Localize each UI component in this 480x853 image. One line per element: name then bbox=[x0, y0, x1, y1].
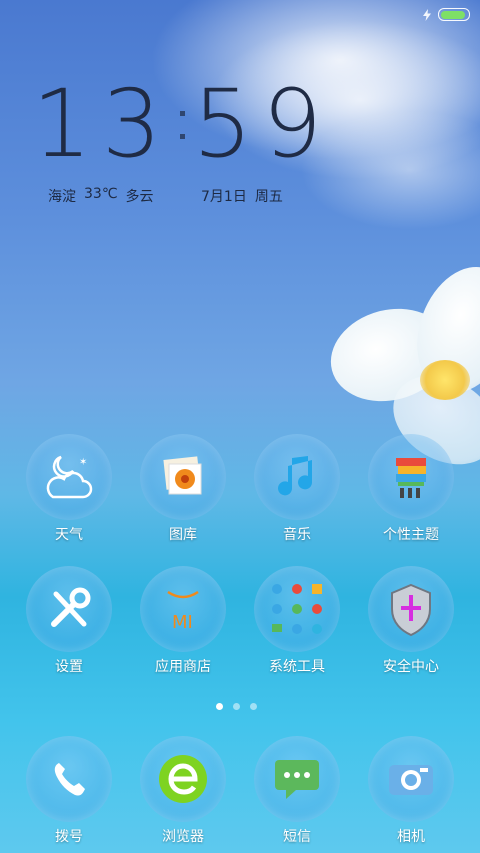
weather-icon: ✶ bbox=[46, 455, 93, 499]
themes-icon bbox=[396, 458, 426, 498]
browser-icon bbox=[159, 755, 207, 803]
charging-icon bbox=[423, 8, 431, 21]
app-icon-bubble bbox=[140, 434, 226, 520]
security-shield-icon bbox=[391, 583, 431, 637]
messages-icon bbox=[275, 760, 319, 799]
app-system-tools[interactable]: 系统工具 bbox=[240, 566, 354, 676]
app-store-icon: MI bbox=[167, 590, 199, 633]
app-icon-bubble bbox=[140, 736, 226, 822]
app-security-center[interactable]: 安全中心 bbox=[354, 566, 468, 676]
music-icon bbox=[278, 456, 313, 496]
app-grid-row-2: 设置 MI 应用商店 系统工具 安全中心 bbox=[0, 566, 480, 676]
gallery-icon bbox=[163, 456, 202, 495]
app-store[interactable]: MI 应用商店 bbox=[126, 566, 240, 676]
date-info[interactable]: 7月1日 周五 bbox=[201, 186, 283, 206]
app-label: 相机 bbox=[397, 829, 425, 845]
weather-location: 海淀 bbox=[48, 189, 76, 205]
clock-separator bbox=[179, 111, 185, 139]
app-icon-bubble bbox=[254, 566, 340, 652]
app-label: 短信 bbox=[283, 829, 311, 845]
app-label: 浏览器 bbox=[162, 829, 204, 845]
app-icon-bubble: ✶ bbox=[26, 434, 112, 520]
app-music[interactable]: 音乐 bbox=[240, 434, 354, 544]
app-label: 安全中心 bbox=[383, 659, 439, 675]
app-icon-bubble bbox=[368, 566, 454, 652]
app-icon-bubble bbox=[26, 566, 112, 652]
svg-text:MI: MI bbox=[172, 612, 193, 633]
weather-info[interactable]: 海淀 33℃ 多云 bbox=[48, 186, 154, 206]
app-settings[interactable]: 设置 bbox=[12, 566, 126, 676]
svg-text:✶: ✶ bbox=[79, 457, 87, 468]
app-label: 拨号 bbox=[55, 829, 83, 845]
app-label: 音乐 bbox=[283, 527, 311, 543]
status-bar bbox=[422, 8, 470, 21]
app-messages[interactable]: 短信 bbox=[240, 736, 354, 846]
dock: 拨号 浏览器 短信 相机 bbox=[0, 736, 480, 846]
page-dot[interactable] bbox=[233, 703, 240, 710]
app-camera[interactable]: 相机 bbox=[354, 736, 468, 846]
app-label: 图库 bbox=[169, 527, 197, 543]
app-icon-bubble bbox=[254, 434, 340, 520]
app-weather[interactable]: ✶ 天气 bbox=[12, 434, 126, 544]
app-label: 系统工具 bbox=[269, 659, 325, 675]
app-label: 个性主题 bbox=[383, 527, 439, 543]
settings-icon bbox=[51, 587, 91, 627]
app-icon-bubble bbox=[368, 434, 454, 520]
app-gallery[interactable]: 图库 bbox=[126, 434, 240, 544]
weather-temperature: 33℃ bbox=[84, 186, 118, 202]
app-browser[interactable]: 浏览器 bbox=[126, 736, 240, 846]
clock-widget[interactable]: 13 59 bbox=[32, 78, 332, 172]
app-icon-bubble bbox=[254, 736, 340, 822]
app-icon-bubble bbox=[26, 736, 112, 822]
clock-minutes: 59 bbox=[192, 70, 333, 179]
app-label: 设置 bbox=[55, 659, 83, 675]
page-indicator bbox=[216, 703, 257, 710]
weather-condition: 多云 bbox=[125, 189, 154, 205]
app-grid-row-1: ✶ 天气 图库 音乐 个性主题 bbox=[0, 434, 480, 544]
battery-level bbox=[440, 10, 465, 19]
app-themes[interactable]: 个性主题 bbox=[354, 434, 468, 544]
system-tools-folder-icon bbox=[272, 584, 322, 634]
app-label: 应用商店 bbox=[155, 659, 211, 675]
page-dot[interactable] bbox=[216, 703, 223, 710]
date-weekday: 周五 bbox=[254, 189, 283, 205]
battery-icon bbox=[438, 8, 470, 21]
phone-icon bbox=[54, 763, 85, 796]
app-icon-bubble bbox=[368, 736, 454, 822]
date-day: 7月1日 bbox=[201, 189, 247, 205]
page-dot[interactable] bbox=[250, 703, 257, 710]
app-label: 天气 bbox=[55, 527, 83, 543]
clock-hours: 13 bbox=[32, 70, 172, 179]
app-icon-bubble: MI bbox=[140, 566, 226, 652]
app-dialer[interactable]: 拨号 bbox=[12, 736, 126, 846]
camera-icon bbox=[389, 765, 433, 795]
